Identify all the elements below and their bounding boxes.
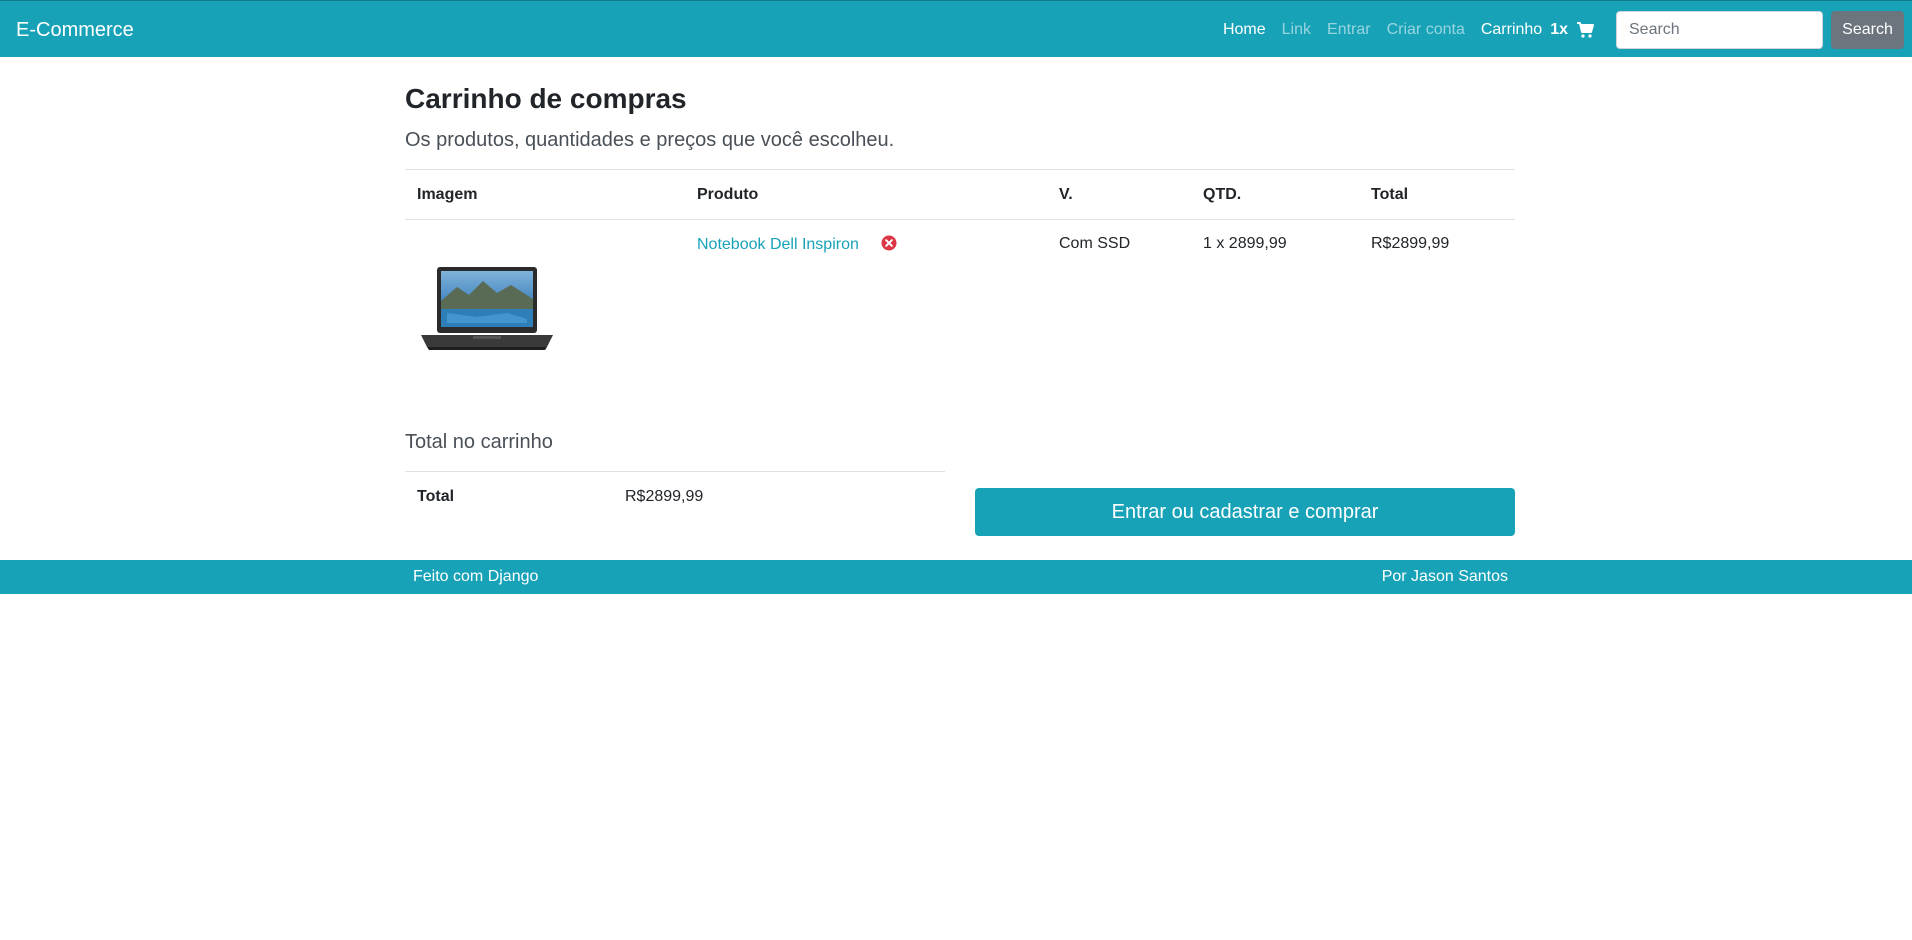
header-imagem: Imagem bbox=[405, 169, 685, 220]
table-row: Notebook Dell Inspiron Com SSD 1 x 2899,… bbox=[405, 220, 1515, 369]
footer-made-with: Feito com Django bbox=[413, 568, 539, 585]
cell-product: Notebook Dell Inspiron bbox=[685, 220, 1047, 369]
header-variacao: V. bbox=[1047, 169, 1191, 220]
summary-total-label: Total bbox=[417, 488, 455, 505]
search-input[interactable] bbox=[1616, 11, 1823, 49]
shopping-cart-icon bbox=[1577, 22, 1594, 38]
navbar: E-Commerce Home Link Entrar Criar conta … bbox=[0, 0, 1912, 57]
cart-table: Imagem Produto V. QTD. Total Notebook De… bbox=[405, 169, 1515, 368]
header-quantidade: QTD. bbox=[1191, 169, 1359, 220]
brand-link[interactable]: E-Commerce bbox=[16, 18, 134, 42]
nav-link-entrar[interactable]: Entrar bbox=[1319, 19, 1379, 41]
search-button[interactable]: Search bbox=[1831, 11, 1904, 49]
nav-link-link[interactable]: Link bbox=[1274, 19, 1319, 41]
header-total: Total bbox=[1359, 169, 1515, 220]
nav-link-cart[interactable]: Carrinho 1x bbox=[1473, 19, 1602, 41]
product-image[interactable] bbox=[417, 253, 557, 353]
page-subtitle: Os produtos, quantidades e preços que vo… bbox=[405, 129, 895, 151]
summary-title: Total no carrinho bbox=[405, 431, 553, 453]
nav-link-criar-conta[interactable]: Criar conta bbox=[1379, 19, 1473, 41]
footer-author: Por Jason Santos bbox=[1381, 568, 1508, 585]
footer: Feito com Django Por Jason Santos bbox=[0, 560, 1912, 594]
summary-divider bbox=[405, 471, 945, 472]
summary-total-value: R$2899,99 bbox=[625, 488, 704, 505]
cart-count: 1x bbox=[1550, 21, 1568, 38]
times-circle-icon[interactable] bbox=[881, 235, 897, 251]
cell-image bbox=[405, 220, 685, 369]
table-header-row: Imagem Produto V. QTD. Total bbox=[405, 169, 1515, 220]
cell-variation: Com SSD bbox=[1059, 235, 1131, 252]
header-produto: Produto bbox=[685, 169, 1047, 220]
checkout-button[interactable]: Entrar ou cadastrar e comprar bbox=[975, 488, 1515, 536]
cell-quantity: 1 x 2899,99 bbox=[1203, 235, 1287, 252]
page-title: Carrinho de compras bbox=[405, 83, 687, 114]
cart-label: Carrinho bbox=[1480, 21, 1543, 38]
nav-links: Home Link Entrar Criar conta Carrinho 1x bbox=[1215, 19, 1602, 41]
cell-total: R$2899,99 bbox=[1371, 235, 1450, 252]
product-link[interactable]: Notebook Dell Inspiron bbox=[697, 236, 859, 253]
nav-link-home[interactable]: Home bbox=[1215, 19, 1274, 41]
